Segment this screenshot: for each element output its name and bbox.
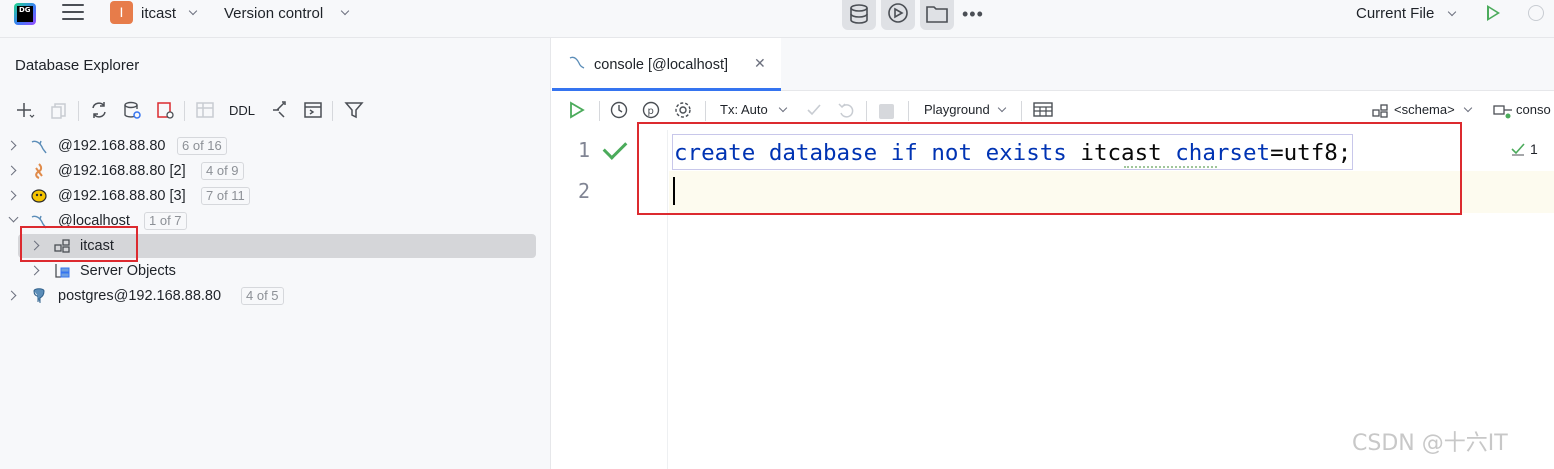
tab-console[interactable]: console [@localhost] ✕	[552, 38, 781, 91]
services-icon	[888, 3, 908, 23]
explorer-toolbar: DDL	[0, 98, 551, 126]
mysql-console-icon	[569, 56, 585, 69]
settings-icon[interactable]	[674, 101, 692, 119]
tab-label: console [@localhost]	[594, 57, 729, 73]
tree-item[interactable]: @192.168.88.80 [3] 7 of 11	[0, 184, 551, 209]
tree-item-label: @192.168.88.80	[58, 138, 166, 154]
more-icon[interactable]: •••	[962, 4, 984, 25]
commit-icon[interactable]	[805, 101, 823, 119]
tree-item-count: 7 of 11	[201, 187, 250, 205]
server-objects-icon	[55, 264, 70, 278]
refresh-icon[interactable]	[89, 100, 109, 120]
tree-item-count: 1 of 7	[144, 212, 187, 230]
tree-item[interactable]: @192.168.88.80 6 of 16	[0, 134, 551, 159]
folder-icon	[926, 6, 948, 23]
debug-icon[interactable]	[1528, 5, 1544, 21]
chevron-down-icon[interactable]	[997, 103, 1007, 113]
data-source-properties-icon[interactable]	[122, 100, 142, 120]
tree-item-label: @192.168.88.80 [2]	[58, 163, 186, 179]
tree-item-label: postgres@192.168.88.80	[58, 288, 222, 304]
chevron-right-icon[interactable]	[6, 165, 17, 176]
chevron-down-icon[interactable]	[778, 103, 788, 113]
logo-text: DG	[17, 6, 33, 22]
project-name[interactable]: itcast	[141, 5, 176, 22]
panel-title: Database Explorer	[15, 57, 140, 74]
highlight-box-code	[637, 122, 1462, 215]
oracle-icon	[35, 163, 43, 179]
main-menu-icon[interactable]	[62, 4, 84, 22]
jump-to-icon[interactable]	[270, 100, 290, 120]
close-icon[interactable]: ✕	[754, 55, 766, 72]
execute-icon[interactable]	[568, 101, 586, 119]
transaction-mode-select[interactable]: Tx: Auto	[720, 102, 768, 117]
tree-item[interactable]: Server Objects	[0, 259, 551, 284]
chevron-down-icon[interactable]	[188, 6, 198, 16]
mysql-icon	[31, 140, 47, 154]
disconnect-icon[interactable]	[155, 100, 175, 120]
rollback-icon[interactable]	[837, 101, 855, 119]
tree-item-label: @192.168.88.80 [3]	[58, 188, 186, 204]
chevron-down-icon[interactable]	[1463, 103, 1473, 113]
table-icon[interactable]	[195, 100, 215, 120]
tree-item-count: 4 of 5	[241, 287, 284, 305]
executed-check-icon	[602, 135, 628, 160]
editor-tabs: console [@localhost] ✕	[552, 38, 1554, 91]
mode-select[interactable]: Playground	[924, 102, 990, 117]
inspection-count: 1	[1530, 141, 1538, 157]
query-console-icon[interactable]	[303, 100, 323, 120]
session-select[interactable]: conso	[1516, 102, 1551, 117]
postgres-icon	[33, 288, 45, 303]
inspection-ok-icon[interactable]	[1510, 142, 1526, 156]
tree-item[interactable]: @192.168.88.80 [2] 4 of 9	[0, 159, 551, 184]
chevron-down-icon[interactable]	[340, 6, 350, 16]
chevron-down-icon[interactable]	[1447, 7, 1457, 17]
datagrip-logo-icon[interactable]: DG	[14, 3, 36, 25]
chevron-right-icon[interactable]	[6, 140, 17, 151]
tree-item-count: 4 of 9	[201, 162, 244, 180]
schema-select[interactable]: <schema>	[1394, 102, 1455, 117]
run-configuration-select[interactable]: Current File	[1356, 5, 1434, 22]
hive-icon	[31, 189, 47, 203]
ddl-button[interactable]: DDL	[229, 103, 255, 118]
copy-icon[interactable]	[49, 100, 69, 120]
editor-area: console [@localhost] ✕ p Tx: Auto Playgr…	[552, 38, 1554, 469]
tree-item[interactable]: postgres@192.168.88.80 4 of 5	[0, 284, 551, 309]
schema-icon	[1372, 104, 1388, 118]
stop-icon[interactable]	[879, 104, 894, 119]
line-number: 2	[578, 179, 591, 203]
project-badge[interactable]: I	[110, 1, 133, 24]
watermark: CSDN @十六IT	[1352, 431, 1508, 456]
database-tool-button[interactable]	[842, 0, 876, 30]
tree-item-label: Server Objects	[80, 263, 176, 279]
run-icon[interactable]	[1487, 5, 1500, 21]
chevron-right-icon[interactable]	[6, 190, 17, 201]
filter-icon[interactable]	[344, 100, 364, 120]
tree-item-count: 6 of 16	[177, 137, 227, 155]
add-icon[interactable]	[15, 100, 35, 120]
chevron-down-icon[interactable]	[8, 212, 19, 223]
session-icon	[1493, 105, 1512, 119]
line-number: 1	[578, 138, 591, 162]
database-icon	[850, 4, 868, 24]
title-bar: DG I itcast Version control ••• Current …	[0, 0, 1554, 38]
services-tool-button[interactable]	[881, 0, 915, 30]
version-control-menu[interactable]: Version control	[224, 5, 323, 22]
chevron-right-icon[interactable]	[6, 290, 17, 301]
svg-text:p: p	[648, 106, 654, 117]
explain-plan-icon[interactable]: p	[642, 101, 660, 119]
files-tool-button[interactable]	[920, 0, 954, 30]
history-icon[interactable]	[610, 101, 628, 119]
table-output-icon[interactable]	[1033, 102, 1053, 118]
chevron-right-icon[interactable]	[29, 265, 40, 276]
highlight-box-schema	[20, 226, 138, 262]
